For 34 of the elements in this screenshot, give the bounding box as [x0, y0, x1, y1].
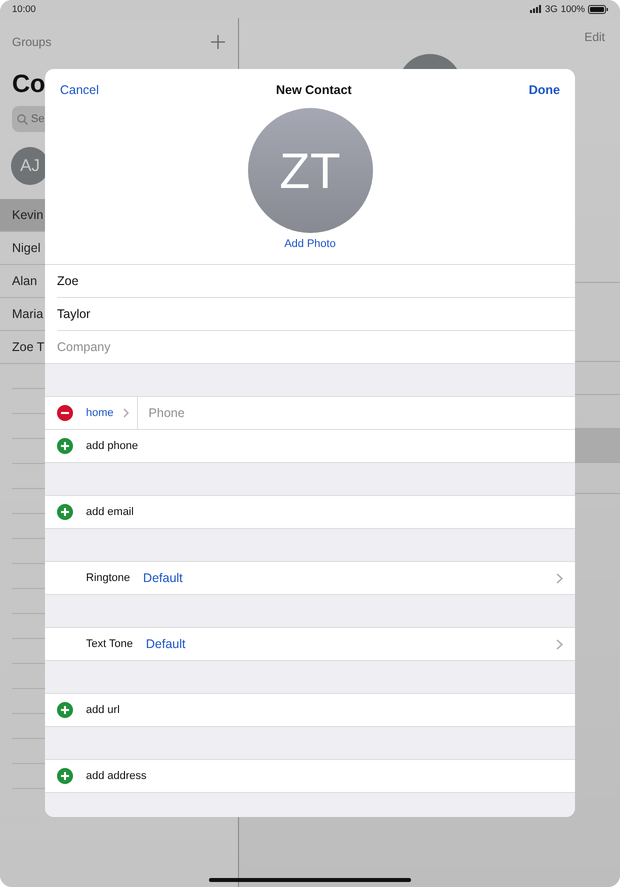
network-label: 3G — [545, 4, 558, 14]
add-row-label[interactable]: add email — [86, 506, 134, 518]
phone-label-link[interactable]: home — [86, 407, 114, 419]
signal-icon — [530, 5, 542, 13]
status-time: 10:00 — [12, 4, 36, 14]
battery-percent: 100% — [560, 4, 585, 14]
remove-icon[interactable] — [57, 405, 73, 421]
search-icon — [17, 114, 28, 124]
chevron-icon — [122, 408, 129, 418]
done-button[interactable]: Done — [528, 83, 560, 97]
battery-icon — [588, 4, 608, 14]
setting-label: Ringtone — [86, 572, 130, 584]
dialog-title: New Contact — [276, 83, 352, 97]
setting-label: Text Tone — [86, 638, 133, 650]
input-field[interactable]: Taylor — [57, 307, 257, 321]
chevron-icon[interactable] — [556, 638, 563, 650]
add-icon[interactable] — [57, 504, 73, 520]
contact-avatar: ZT — [248, 108, 372, 233]
add-photo-link[interactable]: Add Photo — [284, 238, 336, 250]
chevron-icon[interactable] — [556, 572, 563, 584]
add-row-label[interactable]: add phone — [86, 440, 138, 452]
add-icon[interactable] — [57, 768, 73, 784]
add-icon[interactable] — [57, 438, 73, 454]
input-field[interactable]: Zoe — [57, 274, 257, 288]
cancel-button[interactable]: Cancel — [60, 83, 99, 97]
setting-value[interactable]: Default — [146, 637, 186, 651]
setting-value[interactable]: Default — [143, 571, 183, 585]
add-row-label[interactable]: add address — [86, 770, 147, 782]
input-field[interactable]: Company — [57, 340, 257, 354]
add-icon[interactable] — [211, 35, 225, 49]
contacts-title: Co — [12, 70, 46, 100]
add-icon[interactable] — [57, 702, 73, 718]
add-row-label[interactable]: add url — [86, 704, 120, 716]
phone-input-field[interactable]: Phone — [148, 406, 269, 420]
